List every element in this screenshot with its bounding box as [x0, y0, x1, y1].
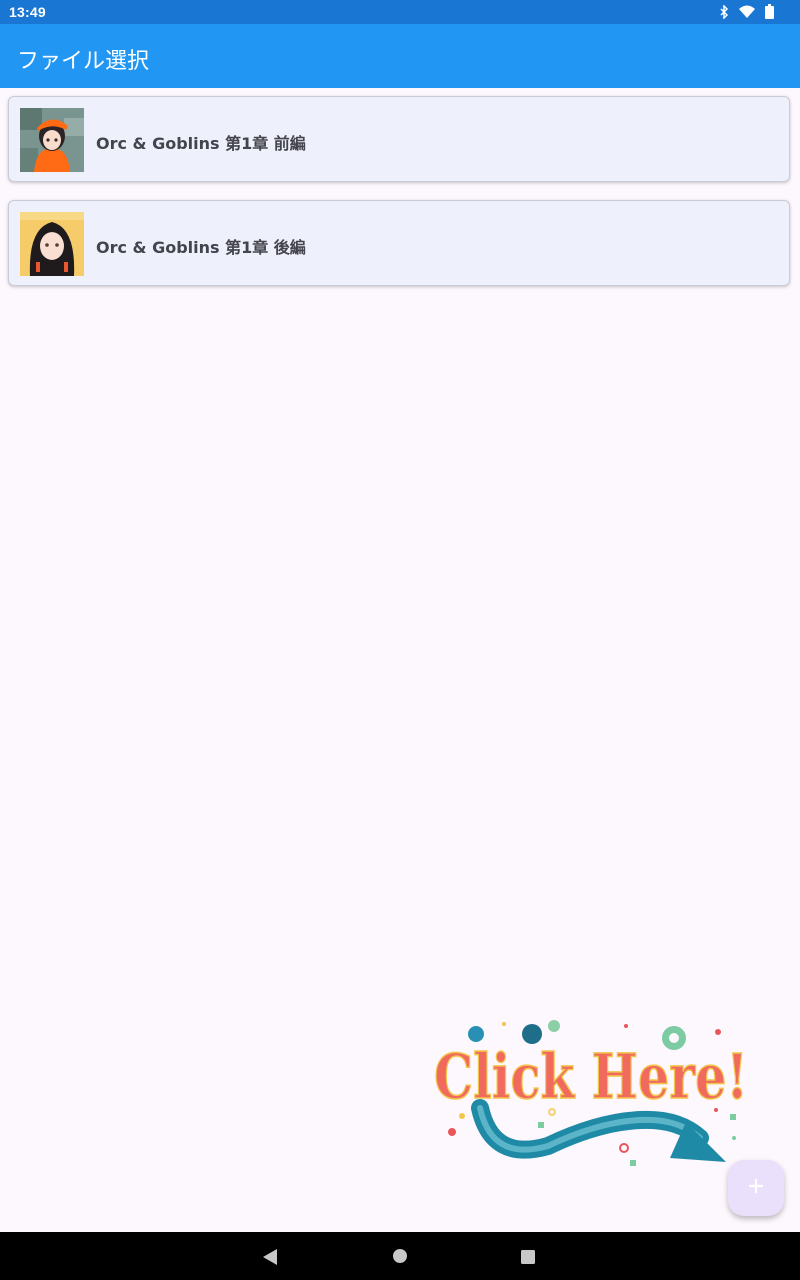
battery-icon — [765, 4, 774, 19]
add-file-button[interactable] — [728, 1160, 784, 1216]
file-list-item[interactable]: Orc & Goblins 第1章 前編 — [8, 96, 790, 182]
status-time: 13:49 — [9, 4, 46, 20]
status-bar: 13:49 — [0, 0, 800, 24]
black-hair-girl-avatar — [20, 212, 84, 276]
status-icons — [719, 4, 774, 19]
plus-icon — [748, 1178, 764, 1199]
recents-icon[interactable] — [521, 1250, 535, 1269]
navigation-bar — [0, 1232, 800, 1280]
bluetooth-icon — [719, 4, 729, 19]
file-title: Orc & Goblins 第1章 前編 — [96, 134, 306, 153]
back-icon[interactable] — [263, 1249, 277, 1270]
click-here-promo: Click Here! — [428, 1012, 758, 1172]
home-icon[interactable] — [393, 1249, 407, 1268]
file-title: Orc & Goblins 第1章 後編 — [96, 238, 306, 257]
app-bar: ファイル選択 — [0, 24, 800, 88]
page-title: ファイル選択 — [17, 49, 150, 74]
wifi-icon — [739, 5, 755, 18]
file-list-item[interactable]: Orc & Goblins 第1章 後編 — [8, 200, 790, 286]
orange-beret-girl-avatar — [20, 108, 84, 172]
